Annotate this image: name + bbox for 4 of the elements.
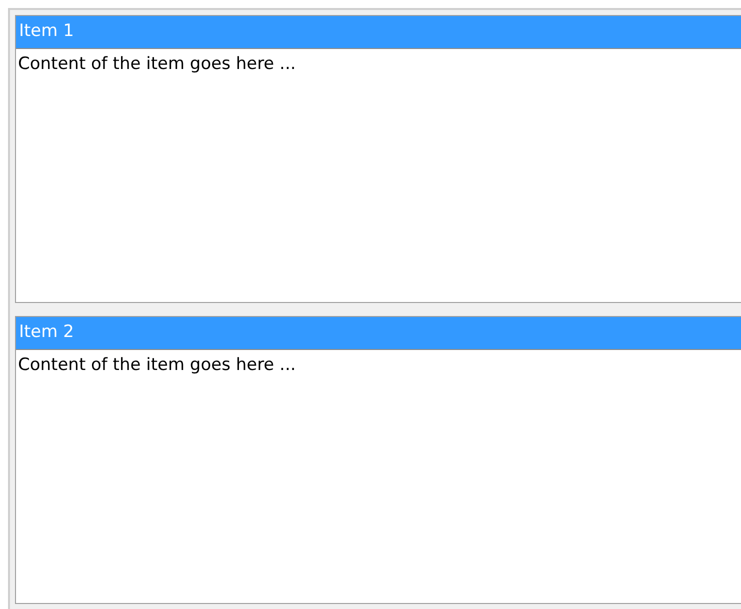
panel-content: Content of the item goes here ... — [17, 354, 297, 377]
panel-header[interactable]: Item 2 — [16, 317, 741, 350]
panel-content: Content of the item goes here ... — [17, 53, 297, 76]
panel-header[interactable]: Item 1 — [16, 16, 741, 49]
